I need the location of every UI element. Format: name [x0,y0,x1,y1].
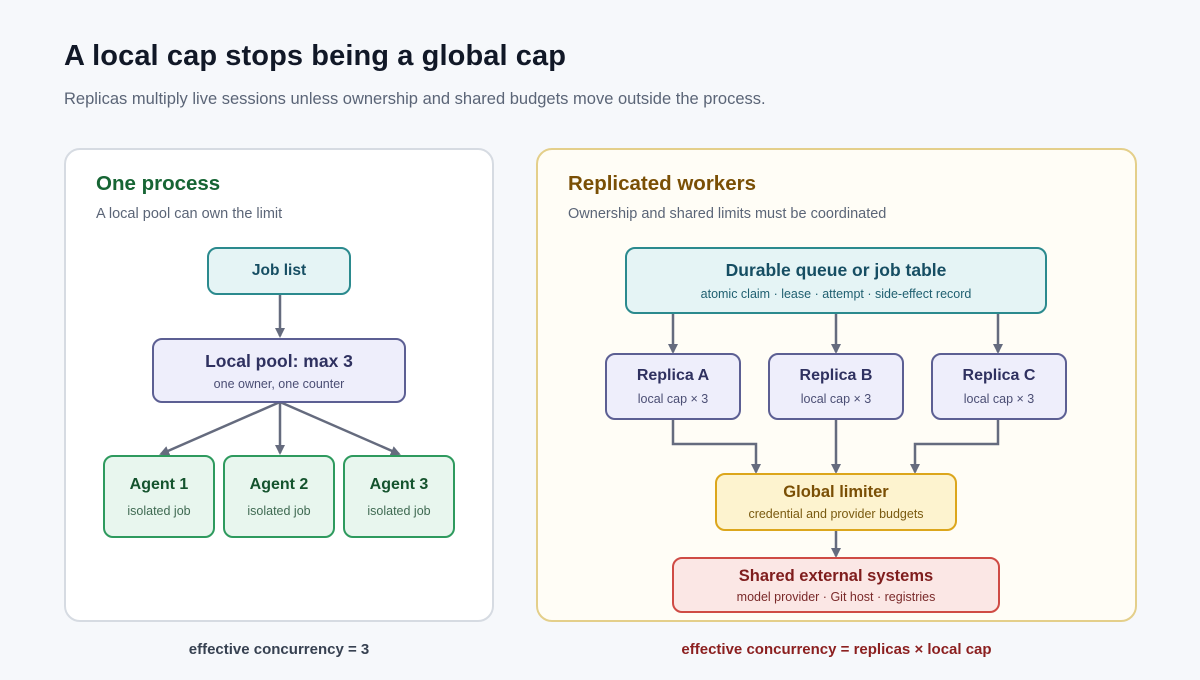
agent-3-node: Agent 3 isolated job [343,455,455,538]
replica-c-subtitle: local cap × 3 [963,392,1035,406]
replica-a-subtitle: local cap × 3 [637,392,709,406]
replicated-workers-title: Replicated workers [568,172,756,195]
shared-external-title: Shared external systems [738,566,934,585]
job-list-node: Job list [207,247,351,295]
page-title: A local cap stops being a global cap [64,40,567,72]
agent-1-title: Agent 1 [129,475,189,493]
shared-external-subtitle: model provider · Git host · registries [736,589,936,604]
right-effective-concurrency: effective concurrency = replicas × local… [681,641,992,658]
agent-2-subtitle: isolated job [247,503,311,518]
agent-3-title: Agent 3 [369,475,429,493]
durable-queue-title: Durable queue or job table [725,260,947,280]
replica-c-title: Replica C [962,367,1036,384]
agent-2-node: Agent 2 isolated job [223,455,335,538]
durable-queue-subtitle: atomic claim · lease · attempt · side-ef… [700,287,972,301]
job-list-title: Job list [251,262,307,279]
agent-1-node: Agent 1 isolated job [103,455,215,538]
global-limiter-subtitle: credential and provider budgets [748,507,924,521]
global-limiter-title: Global limiter [783,483,889,501]
one-process-subtitle: A local pool can own the limit [96,206,283,222]
page-subtitle: Replicas multiply live sessions unless o… [64,90,766,108]
replica-a-title: Replica A [636,367,710,384]
local-pool-node: Local pool: max 3 one owner, one counter [152,338,406,403]
replicated-workers-subtitle: Ownership and shared limits must be coor… [568,206,887,222]
agent-2-title: Agent 2 [249,475,309,493]
durable-queue-node: Durable queue or job table atomic claim … [625,247,1047,314]
replica-b-node: Replica B local cap × 3 [768,353,904,420]
replica-b-subtitle: local cap × 3 [800,392,872,406]
global-limiter-node: Global limiter credential and provider b… [715,473,957,531]
left-effective-concurrency: effective concurrency = 3 [188,641,370,658]
shared-external-node: Shared external systems model provider ·… [672,557,1000,613]
replica-b-title: Replica B [799,367,873,384]
replica-c-node: Replica C local cap × 3 [931,353,1067,420]
agent-3-subtitle: isolated job [367,503,431,518]
agent-1-subtitle: isolated job [127,503,191,518]
local-pool-subtitle: one owner, one counter [213,376,345,391]
replica-a-node: Replica A local cap × 3 [605,353,741,420]
one-process-title: One process [96,172,221,195]
diagram-canvas: A local cap stops being a global cap Rep… [0,0,1200,680]
local-pool-title: Local pool: max 3 [205,350,353,371]
